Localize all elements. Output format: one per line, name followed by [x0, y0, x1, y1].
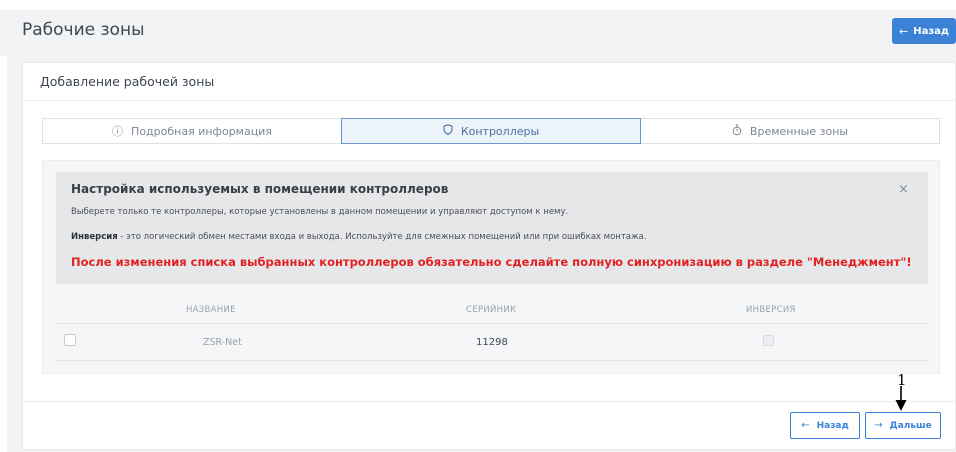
- header-back-button[interactable]: ← Назад: [892, 18, 956, 44]
- notice-text: Выберете только те контроллеры, которые …: [71, 207, 569, 217]
- wizard-tabs: ⓘ Подробная информация Контроллеры Време…: [42, 118, 940, 144]
- page-title: Рабочие зоны: [22, 20, 145, 40]
- card-title: Добавление рабочей зоны: [40, 74, 215, 89]
- notice-inversion-text: Инверсия - это логический обмен местами …: [71, 232, 647, 242]
- shield-icon: [443, 124, 453, 138]
- controller-serial: 11298: [476, 337, 508, 348]
- tab-controllers[interactable]: Контроллеры: [341, 118, 641, 144]
- arrow-left-icon: ←: [801, 420, 810, 431]
- tab-time-zones[interactable]: Временные зоны: [641, 119, 939, 143]
- back-button-label: Назад: [816, 420, 849, 431]
- controller-name: ZSR-Net: [203, 337, 242, 348]
- inversion-term: Инверсия: [71, 232, 118, 242]
- tab-label: Контроллеры: [460, 124, 540, 138]
- next-button[interactable]: → Дальше: [865, 412, 941, 439]
- column-header-serial: СЕРИЙНИК: [466, 305, 517, 315]
- stopwatch-icon: [732, 124, 742, 139]
- arrow-left-icon: ←: [899, 24, 909, 38]
- divider: [56, 323, 928, 324]
- sync-warning: После изменения списка выбранных контрол…: [71, 255, 912, 269]
- column-header-name: НАЗВАНИЕ: [186, 305, 236, 315]
- notice-title: Настройка используемых в помещении контр…: [71, 182, 449, 196]
- divider: [56, 360, 928, 361]
- header-back-label: Назад: [913, 25, 949, 37]
- inversion-checkbox[interactable]: [763, 335, 774, 346]
- tab-label: Подробная информация: [131, 124, 272, 138]
- tab-label: Временные зоны: [749, 124, 849, 138]
- back-button[interactable]: ← Назад: [790, 412, 860, 439]
- close-icon[interactable]: ×: [898, 182, 909, 197]
- tab-details[interactable]: ⓘ Подробная информация: [43, 119, 341, 143]
- arrow-down-icon: [895, 386, 907, 411]
- divider: [23, 401, 955, 402]
- arrow-right-icon: →: [874, 420, 883, 431]
- inversion-description: - это логический обмен местами входа и в…: [117, 232, 647, 242]
- select-checkbox[interactable]: [64, 334, 76, 346]
- column-header-inversion: ИНВЕРСИЯ: [746, 305, 796, 315]
- info-circle-icon: ⓘ: [112, 125, 124, 138]
- next-button-label: Дальше: [889, 420, 932, 431]
- divider: [23, 100, 955, 101]
